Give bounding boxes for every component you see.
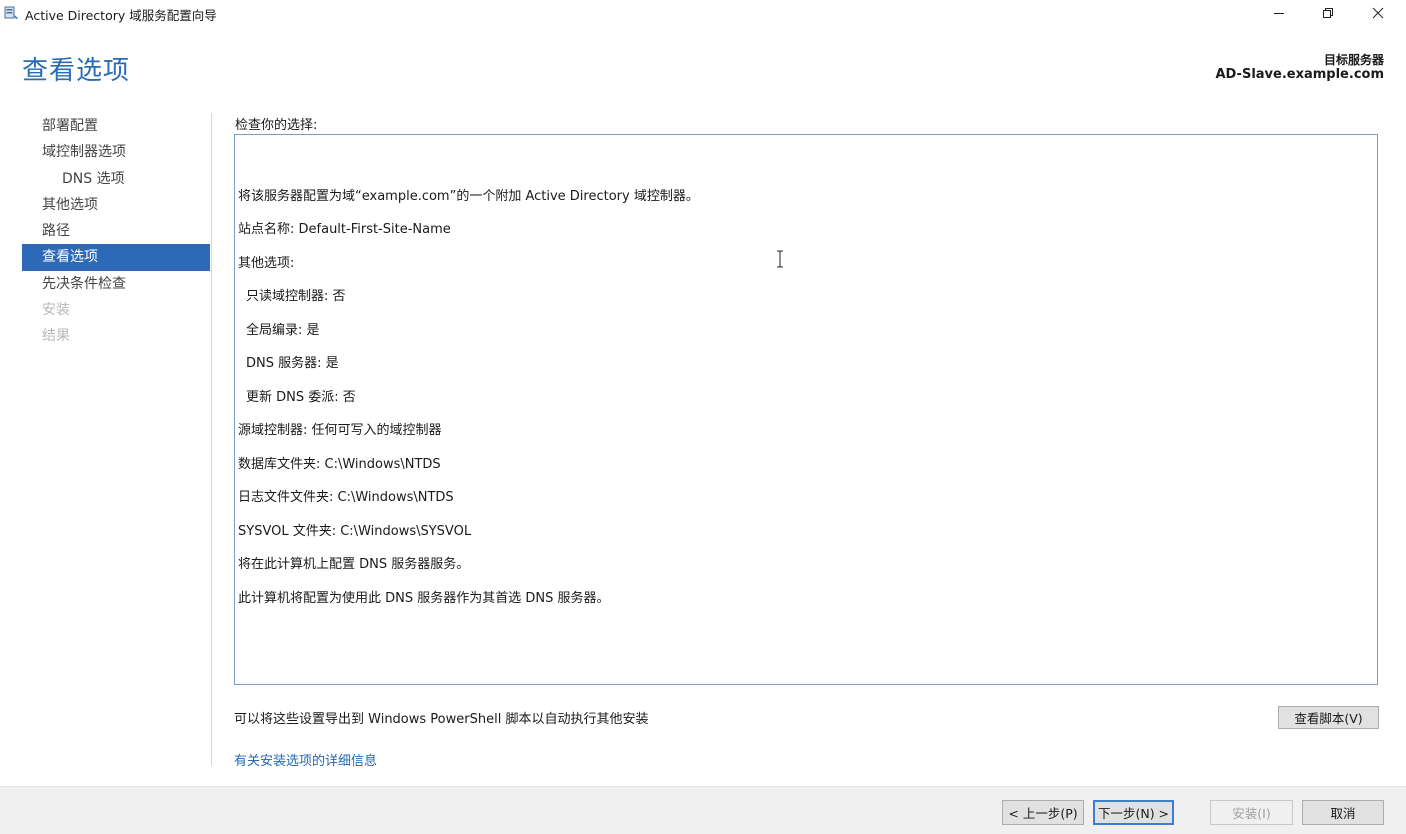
summary-line: DNS 服务器: 是 xyxy=(246,356,339,371)
nav-item-deployment-config[interactable]: 部署配置 xyxy=(22,113,210,139)
summary-line: 只读域控制器: 否 xyxy=(246,289,346,304)
review-selections-label: 检查你的选择: xyxy=(235,118,318,133)
summary-line: 将在此计算机上配置 DNS 服务器服务。 xyxy=(238,557,470,572)
export-script-description: 可以将这些设置导出到 Windows PowerShell 脚本以自动执行其他安… xyxy=(234,712,649,727)
nav-item-results: 结果 xyxy=(42,328,70,345)
previous-button[interactable]: < 上一步(P) xyxy=(1002,800,1084,825)
nav-item-installation: 安装 xyxy=(42,302,70,319)
nav-item-review-options[interactable]: 查看选项 xyxy=(22,244,210,271)
page-title: 查看选项 xyxy=(22,56,131,86)
selection-summary-textbox[interactable]: 将该服务器配置为域“example.com”的一个附加 Active Direc… xyxy=(234,134,1378,685)
nav-item-additional-options[interactable]: 其他选项 xyxy=(22,192,210,218)
install-button: 安装(I) xyxy=(1210,800,1293,825)
server-wizard-icon xyxy=(4,5,19,20)
minimize-icon xyxy=(1274,13,1284,14)
summary-line: 此计算机将配置为使用此 DNS 服务器作为其首选 DNS 服务器。 xyxy=(238,591,610,606)
wizard-steps-nav: 部署配置 域控制器选项 DNS 选项 其他选项 路径 查看选项 先决条件检查 安… xyxy=(22,113,210,350)
minimize-button[interactable] xyxy=(1256,0,1302,26)
view-script-button[interactable]: 查看脚本(V) xyxy=(1278,706,1379,729)
wizard-window: Active Directory 域服务配置向导 查看选项 目标服务器 AD-S… xyxy=(0,0,1406,834)
nav-item-prerequisites-check[interactable]: 先决条件检查 xyxy=(22,271,210,297)
summary-line: SYSVOL 文件夹: C:\Windows\SYSVOL xyxy=(238,524,472,539)
sidebar-divider xyxy=(211,113,212,766)
summary-line: 将该服务器配置为域“example.com”的一个附加 Active Direc… xyxy=(238,189,699,204)
target-server-value: AD-Slave.example.com xyxy=(1215,67,1384,82)
summary-line: 其他选项: xyxy=(238,256,295,271)
wizard-footer: < 上一步(P) 下一步(N) > 安装(I) 取消 xyxy=(0,786,1406,834)
title-bar: Active Directory 域服务配置向导 xyxy=(0,0,1406,26)
window-title: Active Directory 域服务配置向导 xyxy=(25,8,217,23)
summary-line: 更新 DNS 委派: 否 xyxy=(246,390,356,405)
cancel-button[interactable]: 取消 xyxy=(1302,800,1384,825)
summary-line: 站点名称: Default-First-Site-Name xyxy=(238,222,451,237)
restore-icon xyxy=(1323,8,1333,18)
summary-line: 数据库文件夹: C:\Windows\NTDS xyxy=(238,457,441,472)
summary-line: 源域控制器: 任何可写入的域控制器 xyxy=(238,423,442,438)
more-info-link[interactable]: 有关安装选项的详细信息 xyxy=(234,750,377,769)
text-cursor-icon xyxy=(777,250,783,268)
nav-item-dc-options[interactable]: 域控制器选项 xyxy=(22,139,210,165)
close-icon xyxy=(1372,7,1384,19)
target-server-label: 目标服务器 xyxy=(1323,53,1384,67)
nav-item-dns-options[interactable]: DNS 选项 xyxy=(22,166,210,192)
summary-line: 日志文件文件夹: C:\Windows\NTDS xyxy=(238,490,454,505)
summary-line: 全局编录: 是 xyxy=(246,323,320,338)
restore-button[interactable] xyxy=(1305,0,1351,26)
close-button[interactable] xyxy=(1355,0,1401,26)
next-button[interactable]: 下一步(N) > xyxy=(1093,800,1174,825)
nav-item-paths[interactable]: 路径 xyxy=(22,218,210,244)
